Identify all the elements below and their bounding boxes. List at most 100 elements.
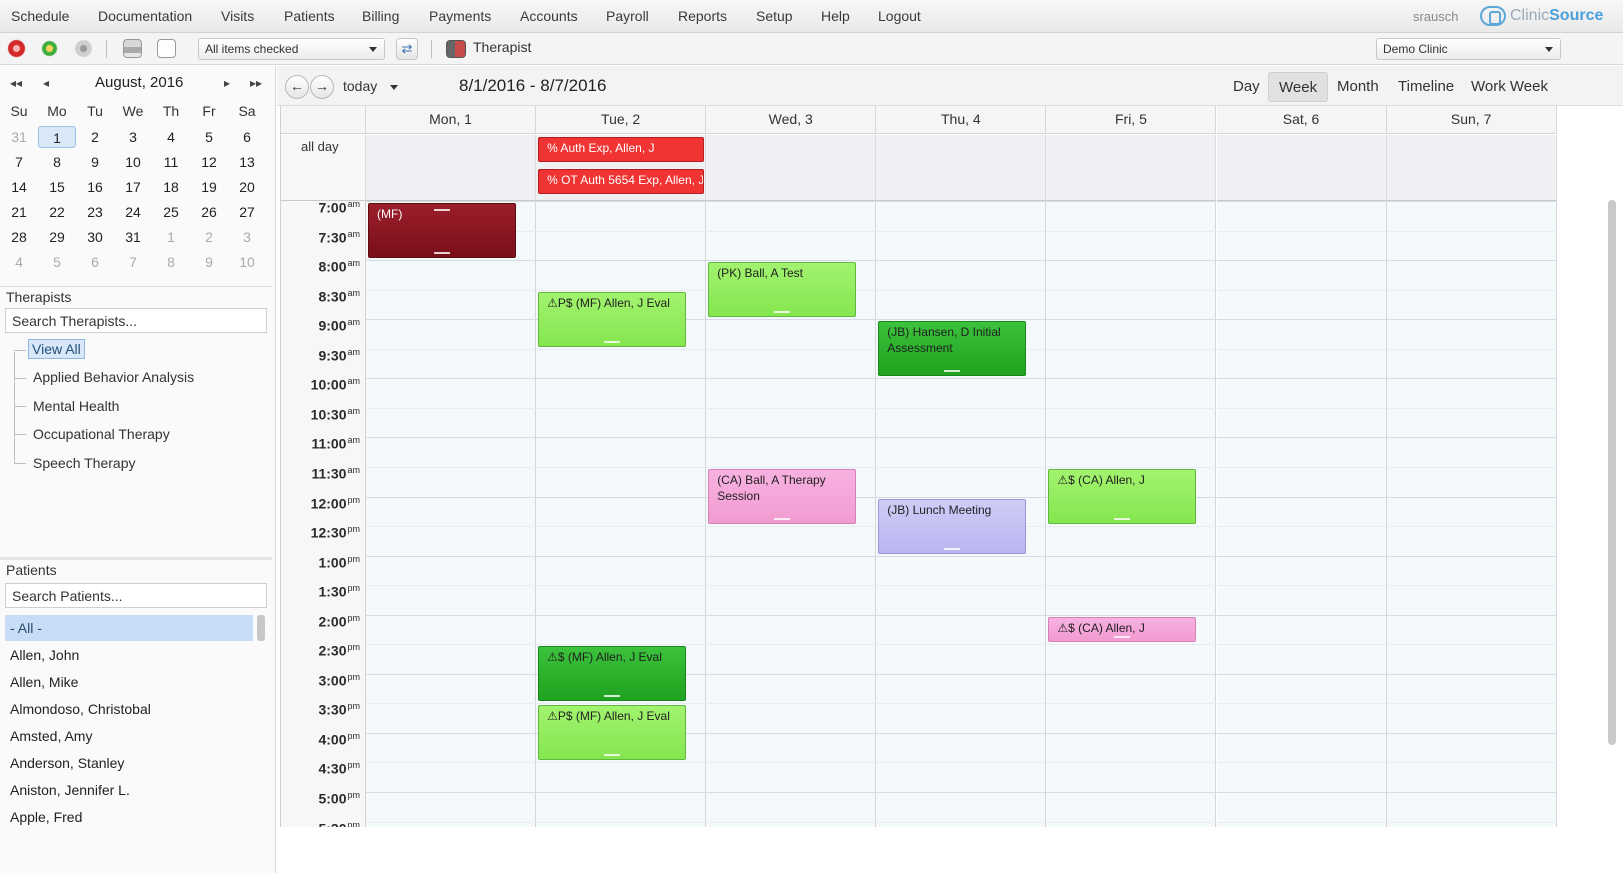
mini-calendar-day[interactable]: 1 — [38, 126, 76, 148]
day-column-header[interactable]: Wed, 3 — [706, 106, 877, 134]
mini-calendar-day[interactable]: 4 — [152, 126, 190, 148]
mini-calendar-day[interactable]: 4 — [0, 251, 38, 273]
mini-calendar-day[interactable]: 3 — [228, 226, 266, 248]
patient-list-item[interactable]: Allen, Mike — [5, 669, 253, 695]
mini-calendar-day[interactable]: 9 — [190, 251, 228, 273]
mini-calendar-day[interactable]: 22 — [38, 201, 76, 223]
therapist-group-occupational[interactable]: Occupational Therapy — [33, 426, 170, 442]
menu-visits[interactable]: Visits — [221, 8, 254, 24]
export-icon[interactable] — [157, 39, 176, 58]
therapist-calendar-icon[interactable] — [446, 40, 466, 58]
next-week-button[interactable]: → — [310, 75, 334, 99]
mini-calendar-day[interactable]: 26 — [190, 201, 228, 223]
mini-calendar-day[interactable]: 15 — [38, 176, 76, 198]
menu-patients[interactable]: Patients — [284, 8, 335, 24]
menu-accounts[interactable]: Accounts — [520, 8, 578, 24]
mini-calendar-day[interactable]: 31 — [0, 126, 38, 148]
prev-week-button[interactable]: ← — [285, 75, 309, 99]
resize-grip-icon[interactable] — [604, 754, 621, 757]
calendar-event[interactable]: (JB) Hansen, D Initial Assessment — [878, 321, 1027, 377]
add-appointment-icon[interactable] — [40, 39, 59, 58]
drag-grip-icon[interactable] — [434, 209, 451, 211]
patient-list-item[interactable]: Amsted, Amy — [5, 723, 253, 749]
mini-calendar-day[interactable]: 1 — [152, 226, 190, 248]
mini-calendar-day[interactable]: 14 — [0, 176, 38, 198]
menu-schedule[interactable]: Schedule — [11, 8, 69, 24]
mini-calendar-day[interactable]: 6 — [228, 126, 266, 148]
calendar-event[interactable]: ⚠$ (CA) Allen, J — [1048, 468, 1197, 525]
mini-calendar-day[interactable]: 5 — [190, 126, 228, 148]
all-day-cell[interactable] — [706, 135, 877, 201]
day-column-header[interactable]: Sun, 7 — [1386, 106, 1557, 134]
therapist-group-speech[interactable]: Speech Therapy — [33, 455, 135, 471]
day-column-header[interactable]: Tue, 2 — [536, 106, 707, 134]
mini-calendar-day[interactable]: 23 — [76, 201, 114, 223]
refresh-red-icon[interactable] — [7, 39, 26, 58]
resize-grip-icon[interactable] — [944, 370, 961, 373]
mini-calendar-day[interactable]: 31 — [114, 226, 152, 248]
resize-grip-icon[interactable] — [604, 340, 621, 343]
prev-year-icon[interactable]: ◂◂ — [10, 76, 22, 90]
menu-setup[interactable]: Setup — [756, 8, 793, 24]
therapist-view-all[interactable]: View All — [28, 339, 85, 359]
resize-grip-icon[interactable] — [1114, 518, 1131, 521]
mini-calendar-day[interactable]: 2 — [76, 126, 114, 148]
menu-reports[interactable]: Reports — [678, 8, 727, 24]
mini-calendar-day[interactable]: 3 — [114, 126, 152, 148]
view-work-week-button[interactable]: Work Week — [1461, 72, 1558, 102]
calendar-event[interactable]: (CA) Ball, A Therapy Session — [708, 468, 857, 525]
menu-logout[interactable]: Logout — [878, 8, 921, 24]
all-day-event[interactable]: % OT Auth 5654 Exp, Allen, J — [538, 169, 705, 194]
calendar-event[interactable]: (MF) — [368, 203, 517, 259]
calendar-event[interactable]: ⚠$ (MF) Allen, J Eval — [538, 646, 687, 702]
therapist-group-mental-health[interactable]: Mental Health — [33, 398, 119, 414]
patient-list-item[interactable]: Allen, John — [5, 642, 253, 668]
print-icon[interactable] — [123, 39, 142, 58]
calendar-event[interactable]: ⚠P$ (MF) Allen, J Eval — [538, 291, 687, 347]
settings-gear-icon[interactable] — [74, 39, 93, 58]
menu-payroll[interactable]: Payroll — [606, 8, 649, 24]
today-button[interactable]: today — [343, 78, 399, 94]
mini-calendar-day[interactable]: 9 — [76, 151, 114, 173]
calendar-event[interactable]: ⚠P$ (MF) Allen, J Eval — [538, 705, 687, 761]
search-therapists-input[interactable] — [5, 308, 267, 333]
patient-list-item[interactable]: Anderson, Stanley — [5, 750, 253, 776]
mini-calendar-day[interactable]: 30 — [76, 226, 114, 248]
calendar-event[interactable]: (PK) Ball, A Test — [708, 262, 857, 318]
mini-calendar-day[interactable]: 20 — [228, 176, 266, 198]
mini-calendar-day[interactable]: 12 — [190, 151, 228, 173]
all-day-cell[interactable] — [876, 135, 1047, 201]
mini-calendar-day[interactable]: 29 — [38, 226, 76, 248]
mini-calendar-day[interactable]: 25 — [152, 201, 190, 223]
therapist-view-label[interactable]: Therapist — [473, 39, 531, 55]
resize-grip-icon[interactable] — [774, 518, 791, 521]
mini-calendar-day[interactable]: 8 — [152, 251, 190, 273]
calendar-scrollbar[interactable] — [1605, 200, 1619, 760]
mini-calendar-day[interactable]: 28 — [0, 226, 38, 248]
day-column-header[interactable]: Mon, 1 — [366, 106, 537, 134]
patient-list-item[interactable]: Apple, Fred — [5, 804, 253, 830]
view-month-button[interactable]: Month — [1327, 72, 1389, 102]
patient-list-item[interactable]: Almondoso, Christobal — [5, 696, 253, 722]
mini-calendar-day[interactable]: 21 — [0, 201, 38, 223]
mini-calendar-day[interactable]: 13 — [228, 151, 266, 173]
mini-calendar-day[interactable]: 2 — [190, 226, 228, 248]
resize-grip-icon[interactable] — [604, 695, 621, 698]
filter-dropdown[interactable]: All items checked — [198, 38, 385, 60]
mini-calendar-day[interactable]: 27 — [228, 201, 266, 223]
next-year-icon[interactable]: ▸▸ — [250, 76, 262, 90]
mini-calendar-day[interactable]: 11 — [152, 151, 190, 173]
mini-calendar-day[interactable]: 8 — [38, 151, 76, 173]
mini-calendar-day[interactable]: 17 — [114, 176, 152, 198]
all-day-cell[interactable] — [1216, 135, 1387, 201]
mini-calendar-day[interactable]: 16 — [76, 176, 114, 198]
calendar-scrollbar-thumb[interactable] — [1608, 200, 1616, 745]
patient-list-scrollbar[interactable] — [257, 615, 265, 641]
resize-grip-icon[interactable] — [434, 252, 451, 255]
sync-icon[interactable]: ⇄ — [396, 38, 418, 60]
menu-billing[interactable]: Billing — [362, 8, 399, 24]
mini-calendar-day[interactable]: 19 — [190, 176, 228, 198]
prev-month-icon[interactable]: ◂ — [43, 76, 49, 90]
therapist-group-aba[interactable]: Applied Behavior Analysis — [33, 369, 194, 385]
resize-grip-icon[interactable] — [944, 547, 961, 550]
